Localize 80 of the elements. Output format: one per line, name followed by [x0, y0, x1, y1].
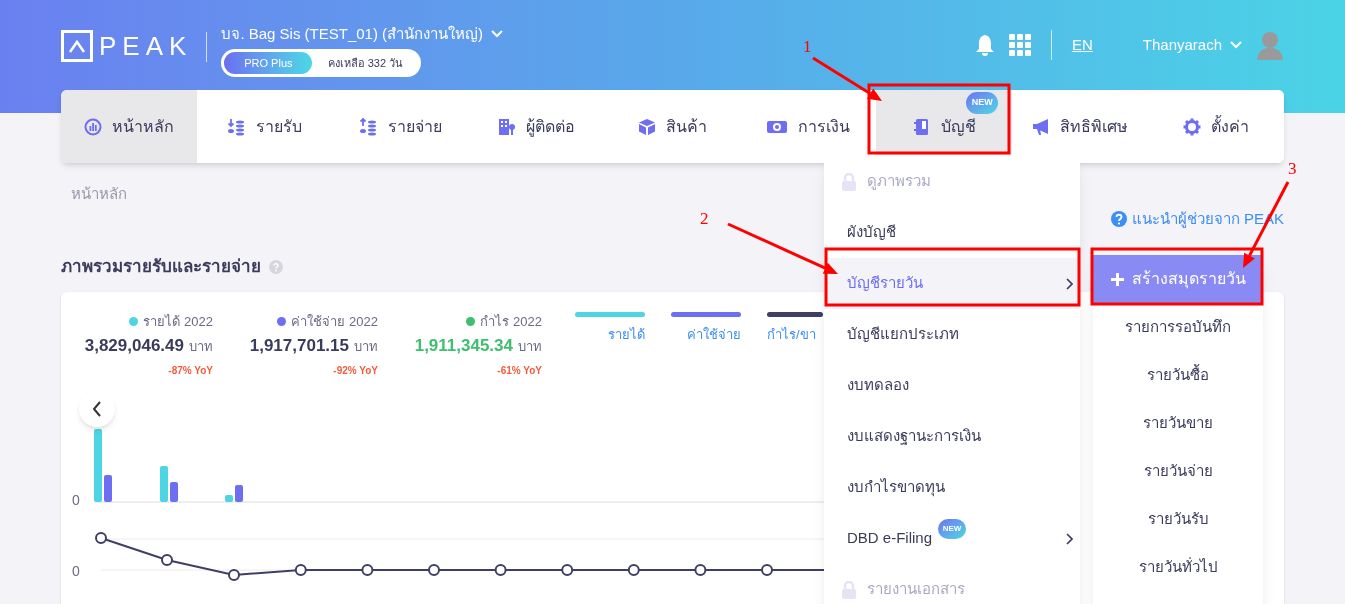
lock-icon — [841, 580, 857, 599]
data-point — [627, 563, 640, 576]
section-title: ภาพรวมรายรับและรายจ่าย — [61, 256, 261, 278]
data-point — [161, 553, 173, 566]
data-point — [95, 531, 107, 544]
data-point — [694, 563, 707, 576]
stat-amount: 1,911,345.34 — [414, 335, 513, 357]
data-point — [228, 568, 240, 581]
currency-unit: บาท — [354, 338, 378, 356]
annotation-number: 2 — [700, 210, 709, 227]
currency-unit: บาท — [518, 338, 542, 356]
nav-tab[interactable]: สินค้า — [604, 90, 741, 163]
lock-icon — [841, 172, 857, 191]
nav-tab[interactable]: หน้าหลัก — [61, 90, 197, 163]
building-icon — [498, 117, 517, 136]
notebook-icon — [912, 117, 931, 136]
bell-icon — [974, 34, 995, 56]
apps-grid-icon — [1008, 34, 1031, 56]
megaphone-icon — [1032, 117, 1051, 136]
previous-button[interactable] — [79, 390, 115, 427]
nav-tab[interactable]: ตั้งค่า — [1148, 90, 1284, 163]
menu-item[interactable]: งบกำไรขาดทุน — [824, 462, 1080, 513]
cube-icon — [638, 117, 656, 136]
submenu-item[interactable]: รายวันขาย — [1093, 399, 1263, 447]
submenu-item[interactable]: รายการรอบันทึก — [1093, 303, 1263, 351]
chevron-down-icon — [1230, 41, 1242, 49]
chevron-down-icon — [491, 30, 504, 38]
coins-down-icon — [227, 117, 246, 136]
plus-icon — [1110, 272, 1124, 286]
data-point — [428, 563, 440, 576]
chart-bar — [170, 481, 178, 502]
help-icon — [1110, 210, 1127, 227]
stat-label: กำไร 2022 — [480, 312, 542, 331]
plan-badge: PRO Plus — [224, 52, 313, 74]
remaining-days: คงเหลือ 332 วัน — [312, 54, 419, 72]
data-point — [561, 563, 574, 576]
menu-item[interactable]: งบทดลอง — [824, 360, 1080, 411]
nav-tab[interactable]: การเงิน — [740, 90, 877, 163]
menu-item[interactable]: งบแสดงฐานะการเงิน — [824, 411, 1080, 462]
new-badge: NEW — [938, 518, 967, 539]
currency-unit: บาท — [189, 338, 213, 356]
data-point — [294, 563, 307, 576]
data-point — [361, 563, 374, 576]
chart-icon — [83, 117, 102, 136]
stat-label: ค่าใช้จ่าย 2022 — [291, 312, 378, 331]
yoy-change: -92% YoY — [333, 363, 378, 378]
chart-bar — [160, 465, 168, 502]
nav-tab[interactable]: สิทธิพิเศษ — [1012, 90, 1149, 163]
data-point — [494, 563, 507, 576]
chart-bar — [225, 494, 233, 502]
settings-icon — [1183, 117, 1202, 136]
menu-item[interactable]: บัญชีรายวัน — [824, 258, 1080, 309]
axis-label: 0 — [72, 562, 80, 579]
nav-tab[interactable]: รายรับ — [196, 90, 333, 163]
stat-amount: 1,917,701.15 — [249, 335, 349, 357]
annotation-arrow — [812, 56, 882, 101]
chart-bar — [104, 474, 112, 502]
help-icon — [269, 259, 283, 274]
logo-mark-icon — [61, 30, 93, 62]
annotation-number: 3 — [1288, 160, 1297, 177]
logo-text: PEAK — [99, 33, 193, 59]
submenu-item[interactable]: รายวันทั่วไป — [1093, 543, 1263, 591]
nav-tab[interactable]: ผู้ติดต่อ — [468, 90, 605, 163]
annotation-number: 1 — [803, 38, 812, 55]
submenu-item[interactable]: รายวันรับ — [1093, 495, 1263, 543]
menu-item[interactable]: บัญชีแยกประเภท — [824, 309, 1080, 360]
yoy-change: -87% YoY — [168, 363, 213, 378]
stat-amount: 3,829,046.49 — [84, 335, 184, 357]
submenu-item[interactable]: รายวันจ่าย — [1093, 447, 1263, 495]
chevron-left-icon — [92, 400, 102, 417]
coins-up-icon — [359, 117, 378, 136]
submenu-item[interactable]: รายวันซื้อ — [1093, 351, 1263, 399]
yoy-change: -61% YoY — [497, 363, 542, 378]
avatar-icon — [1256, 30, 1284, 60]
stat-label: รายได้ 2022 — [143, 312, 213, 331]
nav-tab[interactable]: รายจ่าย — [332, 90, 469, 163]
new-badge: NEW — [966, 92, 999, 114]
axis-label: 0 — [72, 491, 80, 508]
data-point — [761, 563, 773, 576]
chart-bar — [235, 484, 243, 502]
